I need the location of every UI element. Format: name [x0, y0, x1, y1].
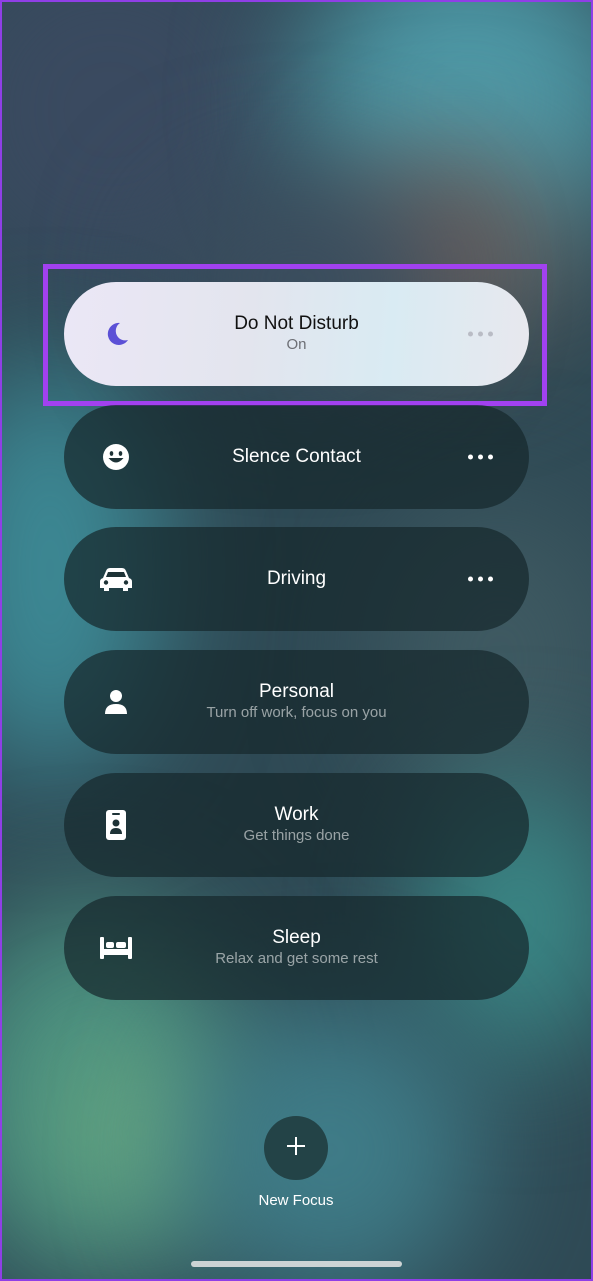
focus-subtitle: Relax and get some rest [215, 950, 378, 967]
focus-title: Personal [259, 681, 334, 702]
focus-subtitle: Get things done [243, 827, 350, 844]
focus-title: Sleep [272, 927, 321, 948]
home-indicator[interactable] [191, 1261, 402, 1267]
new-focus-label: New Focus [258, 1192, 334, 1209]
focus-title: Slence Contact [232, 446, 361, 467]
more-options-button[interactable] [468, 576, 493, 582]
focus-title: Do Not Disturb [234, 313, 359, 334]
plus-icon [285, 1135, 307, 1162]
focus-silence-contact[interactable]: Slence Contact [64, 405, 529, 509]
focus-subtitle: Turn off work, focus on you [206, 704, 387, 721]
focus-personal[interactable]: Personal Turn off work, focus on you [64, 650, 529, 754]
focus-work[interactable]: Work Get things done [64, 773, 529, 877]
focus-title: Driving [266, 568, 327, 589]
focus-title: Work [274, 804, 319, 825]
focus-sleep[interactable]: Sleep Relax and get some rest [64, 896, 529, 1000]
new-focus-button[interactable] [264, 1116, 328, 1180]
more-options-button[interactable] [468, 331, 493, 337]
blurred-wallpaper [0, 0, 593, 1281]
focus-do-not-disturb[interactable]: Do Not Disturb On [64, 282, 529, 386]
more-options-button[interactable] [468, 454, 493, 460]
focus-driving[interactable]: Driving [64, 527, 529, 631]
focus-status: On [286, 336, 307, 353]
